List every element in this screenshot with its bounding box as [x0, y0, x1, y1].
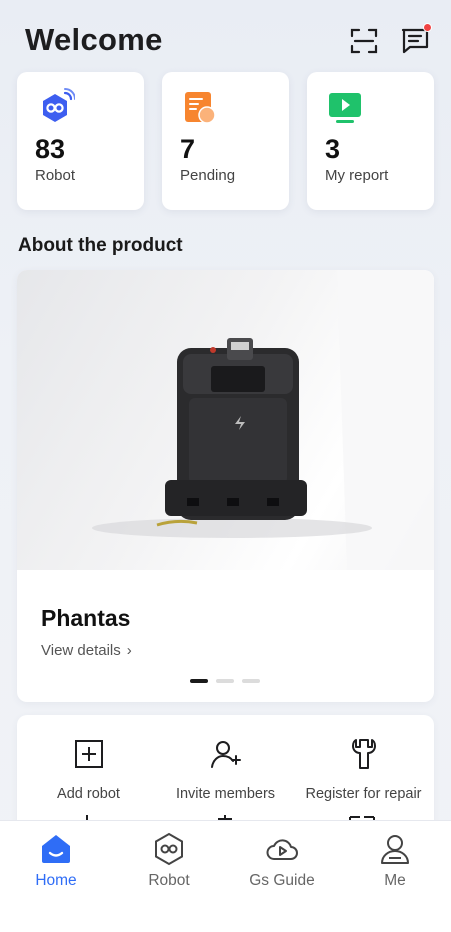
- cloud-play-icon: [266, 839, 298, 860]
- add-robot-label: Add robot: [57, 786, 120, 802]
- carousel-dot-3[interactable]: [242, 679, 260, 683]
- carousel-dot-1[interactable]: [190, 679, 208, 683]
- product-name: Phantas: [41, 605, 131, 631]
- person-icon: [381, 835, 409, 864]
- carousel-dot-2[interactable]: [216, 679, 234, 683]
- product-image: [17, 270, 434, 570]
- robot-connected-icon: [43, 88, 75, 122]
- stat-card-pending[interactable]: 7 Pending: [162, 72, 289, 210]
- tab-me[interactable]: Me: [339, 831, 451, 890]
- report-count: 3: [325, 134, 341, 164]
- tab-robot-label: Robot: [148, 872, 190, 889]
- tab-home-label: Home: [35, 872, 77, 889]
- stat-card-report[interactable]: 3 My report: [307, 72, 434, 210]
- section-title-about: About the product: [18, 235, 183, 256]
- tab-home[interactable]: Home: [0, 831, 112, 890]
- register-repair-label: Register for repair: [305, 786, 422, 802]
- robot-label: Robot: [35, 167, 76, 184]
- product-carousel[interactable]: Phantas View details ›: [17, 270, 434, 702]
- pending-count: 7: [180, 134, 196, 164]
- robot-count: 83: [35, 134, 66, 164]
- home-icon: [42, 835, 70, 863]
- tab-me-label: Me: [384, 872, 406, 889]
- invite-members-label: Invite members: [175, 786, 276, 802]
- pending-document-icon: [185, 92, 216, 124]
- stats-row: 83 Robot 7 Pending 3 My report: [17, 72, 434, 210]
- header: Welcome: [0, 0, 451, 72]
- bottom-tab-bar: Home Robot Gs Guide Me: [0, 820, 451, 932]
- messages-button[interactable]: [400, 23, 432, 56]
- report-label: My report: [325, 167, 389, 184]
- add-user-icon: [210, 741, 241, 768]
- tab-gs-guide[interactable]: Gs Guide: [226, 831, 338, 890]
- view-details-label: View details: [41, 642, 121, 659]
- wrench-icon: [351, 739, 376, 769]
- report-play-icon: [329, 93, 361, 123]
- robot-hex-icon: [155, 832, 183, 866]
- unread-badge: [423, 23, 432, 32]
- tab-robot[interactable]: Robot: [113, 831, 225, 890]
- page-title: Welcome: [25, 22, 163, 57]
- scan-icon: [350, 28, 378, 54]
- register-repair-button[interactable]: Register for repair: [294, 737, 433, 802]
- pending-label: Pending: [180, 167, 236, 184]
- view-details-link[interactable]: View details ›: [41, 642, 132, 659]
- add-robot-button[interactable]: Add robot: [19, 737, 158, 802]
- chevron-right-icon: ›: [126, 642, 132, 659]
- stat-card-robot[interactable]: 83 Robot: [17, 72, 144, 210]
- invite-members-button[interactable]: Invite members: [156, 737, 295, 802]
- tab-gs-guide-label: Gs Guide: [249, 872, 315, 889]
- scan-button[interactable]: [349, 26, 379, 56]
- add-box-icon: [74, 740, 103, 768]
